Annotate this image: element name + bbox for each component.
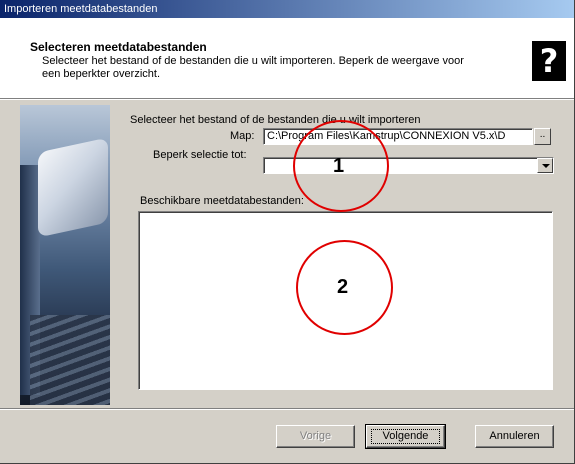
wizard-side-image — [20, 105, 110, 405]
annotation-number-1: 1 — [333, 155, 345, 177]
next-button[interactable]: Volgende — [365, 424, 446, 449]
annotation-number-2: 2 — [337, 276, 349, 298]
instruction-label: Selecteer het bestand of de bestanden di… — [130, 114, 421, 126]
header-title: Selecteren meetdatabestanden — [30, 40, 207, 54]
cancel-button[interactable]: Annuleren — [475, 425, 554, 448]
back-button[interactable]: Vorige — [276, 425, 355, 448]
file-list-label: Beschikbare meetdatabestanden: — [140, 195, 304, 207]
import-dialog: Importeren meetdatabestanden Selecteren … — [0, 0, 575, 464]
button-separator — [0, 408, 574, 410]
filter-dropdown-button[interactable] — [537, 158, 553, 173]
question-mark-icon: ? — [532, 41, 566, 81]
map-label: Map: — [230, 130, 255, 142]
header-description: Selecteer het bestand of de bestanden di… — [42, 55, 464, 80]
wizard-header: Selecteren meetdatabestanden Selecteer h… — [0, 18, 574, 99]
chevron-down-icon — [542, 164, 550, 168]
header-divider — [0, 99, 574, 100]
browse-button[interactable]: .. — [534, 128, 551, 145]
filter-label: Beperk selectie tot: — [153, 149, 247, 161]
focus-rect — [371, 429, 440, 444]
title-bar: Importeren meetdatabestanden — [0, 0, 574, 18]
